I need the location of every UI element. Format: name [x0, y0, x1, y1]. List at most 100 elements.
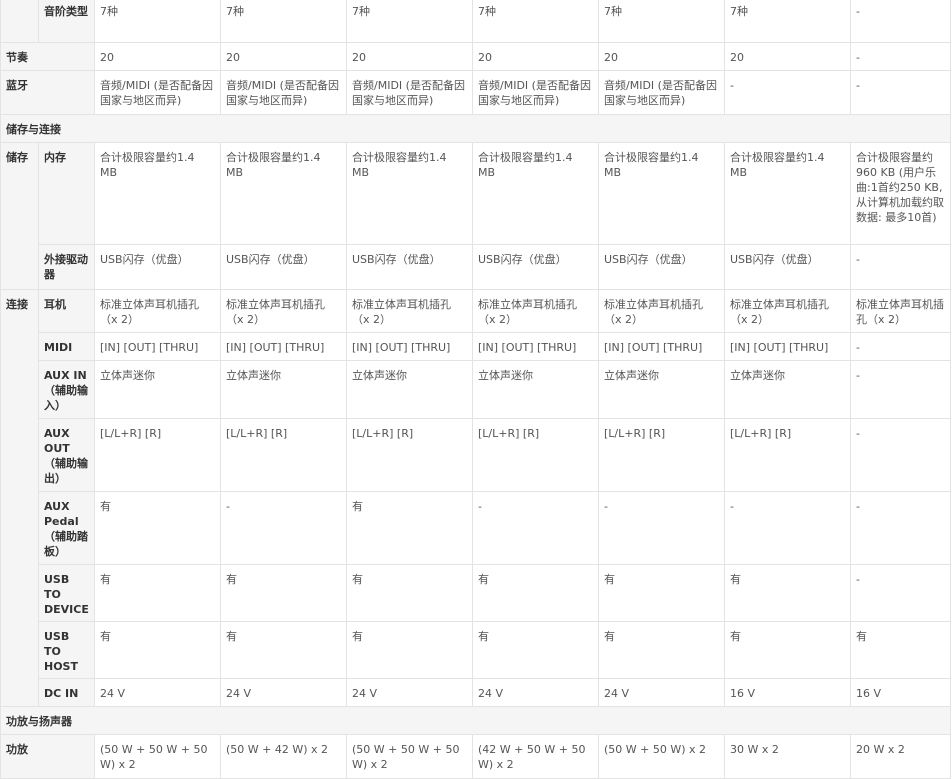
row-dc-in: DC IN 24 V 24 V 24 V 24 V 24 V 16 V 16 V — [1, 678, 951, 707]
cell-amplifier-4: (42 W + 50 W + 50 W) x 2 — [472, 734, 599, 779]
cell-aux-in-3: 立体声迷你 — [346, 360, 473, 419]
cell-aux-pedal-4: - — [472, 491, 599, 565]
cell-memory-7: 合计极限容量约960 KB (用户乐曲:1首约250 KB, 从计算机加载约取数… — [850, 142, 951, 245]
cell-rhythm-7: - — [850, 42, 951, 71]
cell-aux-in-7: - — [850, 360, 951, 419]
cell-amplifier-1: (50 W + 50 W + 50 W) x 2 — [94, 734, 221, 779]
cell-scale-type-5: 7种 — [598, 0, 725, 43]
cell-aux-out-7: - — [850, 418, 951, 492]
cell-midi-1: [IN] [OUT] [THRU] — [94, 332, 221, 361]
row-label-headphones: 耳机 — [38, 289, 95, 333]
cell-aux-pedal-3: 有 — [346, 491, 473, 565]
category-cell-empty — [0, 0, 39, 43]
cell-usb-to-device-5: 有 — [598, 564, 725, 622]
cell-midi-3: [IN] [OUT] [THRU] — [346, 332, 473, 361]
cell-memory-3: 合计极限容量约1.4 MB — [346, 142, 473, 245]
cell-headphones-4: 标准立体声耳机插孔（x 2） — [472, 289, 599, 333]
row-scale-type: 音阶类型 7种 7种 7种 7种 7种 7种 - — [0, 0, 951, 43]
row-headphones: 连接 耳机 标准立体声耳机插孔（x 2） 标准立体声耳机插孔（x 2） 标准立体… — [0, 289, 951, 707]
cell-rhythm-6: 20 — [724, 42, 851, 71]
cell-memory-2: 合计极限容量约1.4 MB — [220, 142, 347, 245]
category-storage: 储存 — [0, 142, 39, 290]
row-label-aux-out: AUX OUT（辅助输出） — [38, 418, 95, 492]
spec-table: 音阶类型 7种 7种 7种 7种 7种 7种 - 节奏 20 20 20 20 … — [0, 0, 951, 779]
cell-scale-type-7: - — [850, 0, 951, 43]
cell-dc-in-2: 24 V — [220, 678, 347, 707]
row-usb-to-device: USB TO DEVICE 有 有 有 有 有 有 - — [1, 564, 951, 622]
cell-usb-to-host-6: 有 — [724, 621, 851, 679]
cell-ext-drive-6: USB闪存（优盘） — [724, 244, 851, 290]
cell-headphones-6: 标准立体声耳机插孔（x 2） — [724, 289, 851, 333]
section-row-amp-speakers: 功放与扬声器 — [0, 706, 951, 735]
cell-amplifier-3: (50 W + 50 W + 50 W) x 2 — [346, 734, 473, 779]
section-row-storage-connection: 储存与连接 — [0, 114, 951, 143]
cell-usb-to-device-4: 有 — [472, 564, 599, 622]
cell-headphones-7: 标准立体声耳机插孔（x 2） — [850, 289, 951, 333]
cell-usb-to-device-7: - — [850, 564, 951, 622]
cell-memory-5: 合计极限容量约1.4 MB — [598, 142, 725, 245]
cell-dc-in-3: 24 V — [346, 678, 473, 707]
cell-midi-2: [IN] [OUT] [THRU] — [220, 332, 347, 361]
cell-scale-type-3: 7种 — [346, 0, 473, 43]
cell-aux-in-6: 立体声迷你 — [724, 360, 851, 419]
row-rhythm: 节奏 20 20 20 20 20 20 - — [0, 42, 951, 71]
cell-aux-out-4: [L/L+R] [R] — [472, 418, 599, 492]
cell-aux-out-3: [L/L+R] [R] — [346, 418, 473, 492]
cell-scale-type-2: 7种 — [220, 0, 347, 43]
cell-usb-to-device-3: 有 — [346, 564, 473, 622]
cell-ext-drive-4: USB闪存（优盘） — [472, 244, 599, 290]
row-bluetooth: 蓝牙 音频/MIDI (是否配备因国家与地区而异) 音频/MIDI (是否配备因… — [0, 70, 951, 115]
cell-usb-to-host-3: 有 — [346, 621, 473, 679]
cell-usb-to-device-2: 有 — [220, 564, 347, 622]
row-label-dc-in: DC IN — [38, 678, 95, 707]
row-amplifier: 功放 (50 W + 50 W + 50 W) x 2 (50 W + 42 W… — [0, 734, 951, 779]
cell-usb-to-host-4: 有 — [472, 621, 599, 679]
cell-aux-pedal-7: - — [850, 491, 951, 565]
row-label-amplifier: 功放 — [0, 734, 95, 779]
section-title-amp-speakers: 功放与扬声器 — [0, 706, 951, 735]
cell-usb-to-device-6: 有 — [724, 564, 851, 622]
cell-scale-type-6: 7种 — [724, 0, 851, 43]
cell-headphones-5: 标准立体声耳机插孔（x 2） — [598, 289, 725, 333]
row-ext-drive: 外接驱动器 USB闪存（优盘） USB闪存（优盘） USB闪存（优盘） USB闪… — [1, 244, 951, 290]
row-label-ext-drive: 外接驱动器 — [38, 244, 95, 290]
cell-aux-pedal-2: - — [220, 491, 347, 565]
cell-bluetooth-4: 音频/MIDI (是否配备因国家与地区而异) — [472, 70, 599, 115]
cell-usb-to-host-1: 有 — [94, 621, 221, 679]
cell-usb-to-device-1: 有 — [94, 564, 221, 622]
row-label-rhythm: 节奏 — [0, 42, 95, 71]
row-memory: 储存 内存 合计极限容量约1.4 MB 合计极限容量约1.4 MB 合计极限容量… — [0, 142, 951, 290]
cell-bluetooth-1: 音频/MIDI (是否配备因国家与地区而异) — [94, 70, 221, 115]
row-label-usb-to-device: USB TO DEVICE — [38, 564, 95, 622]
cell-scale-type-4: 7种 — [472, 0, 599, 43]
row-usb-to-host: USB TO HOST 有 有 有 有 有 有 有 — [1, 621, 951, 679]
cell-headphones-3: 标准立体声耳机插孔（x 2） — [346, 289, 473, 333]
cell-headphones-2: 标准立体声耳机插孔（x 2） — [220, 289, 347, 333]
row-label-midi: MIDI — [38, 332, 95, 361]
cell-rhythm-1: 20 — [94, 42, 221, 71]
cell-bluetooth-7: - — [850, 70, 951, 115]
cell-memory-1: 合计极限容量约1.4 MB — [94, 142, 221, 245]
cell-dc-in-5: 24 V — [598, 678, 725, 707]
cell-amplifier-2: (50 W + 42 W) x 2 — [220, 734, 347, 779]
cell-rhythm-2: 20 — [220, 42, 347, 71]
cell-rhythm-3: 20 — [346, 42, 473, 71]
cell-aux-out-5: [L/L+R] [R] — [598, 418, 725, 492]
cell-amplifier-7: 20 W x 2 — [850, 734, 951, 779]
cell-memory-6: 合计极限容量约1.4 MB — [724, 142, 851, 245]
cell-headphones-1: 标准立体声耳机插孔（x 2） — [94, 289, 221, 333]
cell-midi-4: [IN] [OUT] [THRU] — [472, 332, 599, 361]
cell-aux-pedal-6: - — [724, 491, 851, 565]
cell-aux-out-6: [L/L+R] [R] — [724, 418, 851, 492]
row-label-aux-in: AUX IN（辅助输入） — [38, 360, 95, 419]
cell-aux-pedal-1: 有 — [94, 491, 221, 565]
cell-dc-in-1: 24 V — [94, 678, 221, 707]
row-label-scale-type: 音阶类型 — [38, 0, 95, 43]
cell-aux-out-1: [L/L+R] [R] — [94, 418, 221, 492]
cell-usb-to-host-7: 有 — [850, 621, 951, 679]
cell-dc-in-6: 16 V — [724, 678, 851, 707]
cell-aux-in-4: 立体声迷你 — [472, 360, 599, 419]
cell-midi-7: - — [850, 332, 951, 361]
cell-aux-out-2: [L/L+R] [R] — [220, 418, 347, 492]
row-aux-out: AUX OUT（辅助输出） [L/L+R] [R] [L/L+R] [R] [L… — [1, 418, 951, 492]
